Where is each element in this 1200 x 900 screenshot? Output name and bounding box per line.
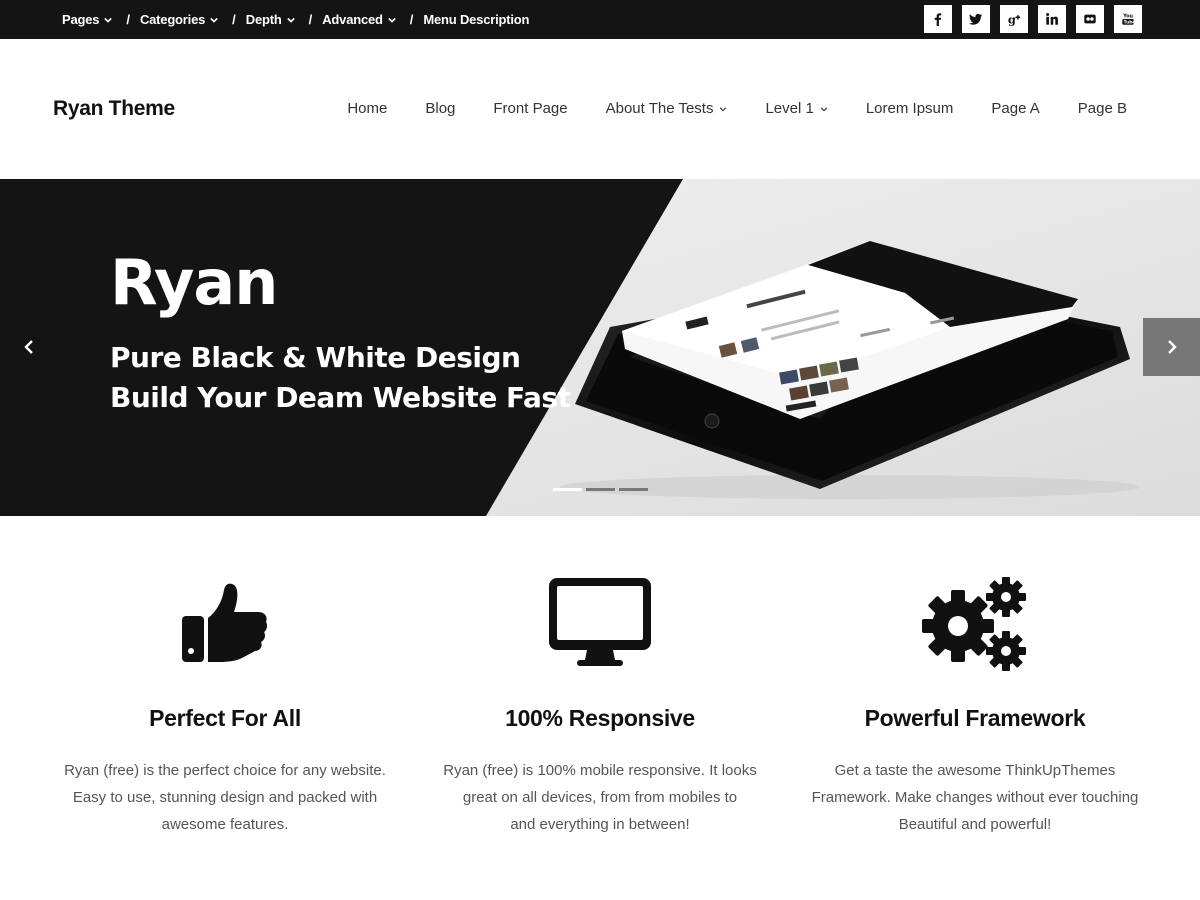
gears-icon bbox=[922, 577, 1026, 671]
chevron-down-icon bbox=[820, 106, 828, 111]
nav-item-front-page[interactable]: Front Page bbox=[493, 100, 567, 117]
nav-label: Home bbox=[347, 100, 388, 117]
top-menu-label: Depth bbox=[245, 12, 282, 27]
chevron-down-icon bbox=[720, 106, 727, 111]
nav-label: Level 1 bbox=[765, 100, 814, 117]
slider-prev-button[interactable] bbox=[0, 318, 57, 376]
feature-title: Powerful Framework bbox=[864, 705, 1086, 731]
nav-item-page-b[interactable]: Page B bbox=[1078, 100, 1127, 117]
feature-description-line: Framework. Make changes without ever tou… bbox=[811, 789, 1139, 806]
slider-dot[interactable] bbox=[586, 488, 615, 491]
feature-description-line: Ryan (free) is the perfect choice for an… bbox=[64, 762, 386, 779]
svg-text:Tube: Tube bbox=[1124, 20, 1135, 26]
flickr-icon bbox=[1084, 14, 1096, 24]
linkedin-button[interactable] bbox=[1038, 5, 1066, 33]
feature-title: Perfect For All bbox=[149, 705, 301, 731]
top-menu-label: Menu Description bbox=[423, 12, 530, 27]
feature-description-line: Beautiful and powerful! bbox=[898, 816, 1052, 833]
svg-text:You: You bbox=[1122, 14, 1133, 20]
site-header: Ryan Theme Home Blog Front Page About Th… bbox=[0, 39, 1200, 179]
chevron-down-icon bbox=[387, 17, 396, 23]
top-menu-item-advanced[interactable]: Advanced bbox=[322, 12, 396, 27]
twitter-button[interactable] bbox=[962, 5, 990, 33]
svg-text:g: g bbox=[1008, 12, 1016, 26]
linkedin-icon bbox=[1046, 12, 1058, 25]
slide-title: Ryan bbox=[110, 246, 278, 319]
menu-separator: / bbox=[409, 12, 414, 27]
youtube-button[interactable]: You Tube bbox=[1114, 5, 1142, 33]
nav-item-level-1[interactable]: Level 1 bbox=[765, 100, 828, 117]
google-plus-button[interactable]: g bbox=[1000, 5, 1028, 33]
chevron-down-icon bbox=[210, 17, 218, 23]
nav-item-blog[interactable]: Blog bbox=[425, 100, 455, 117]
top-menu-label: Categories bbox=[139, 12, 206, 27]
top-bar: Pages / Categories / Depth / Advanced / … bbox=[0, 0, 1200, 39]
chevron-down-icon bbox=[104, 17, 113, 23]
monitor-icon bbox=[549, 578, 651, 666]
top-menu-item-pages[interactable]: Pages bbox=[62, 12, 113, 27]
feature-description: Get a taste the awesome ThinkUpThemes Fr… bbox=[785, 757, 1165, 838]
chevron-right-icon bbox=[1167, 340, 1177, 354]
feature-title: 100% Responsive bbox=[505, 705, 695, 731]
nav-item-page-a[interactable]: Page A bbox=[991, 100, 1039, 117]
feature-icon-wrapper bbox=[35, 582, 415, 666]
top-menu-item-depth[interactable]: Depth bbox=[246, 12, 295, 27]
nav-item-home[interactable]: Home bbox=[347, 100, 387, 117]
feature-description: Ryan (free) is the perfect choice for an… bbox=[35, 757, 415, 838]
nav-label: Front Page bbox=[493, 100, 568, 117]
feature-description-line: awesome features. bbox=[161, 816, 289, 833]
top-menu-label: Advanced bbox=[322, 12, 383, 27]
slider-next-button[interactable] bbox=[1143, 318, 1200, 376]
menu-separator: / bbox=[232, 12, 236, 27]
facebook-button[interactable] bbox=[924, 5, 952, 33]
thumbs-up-icon bbox=[182, 583, 268, 662]
features-section: Perfect For All Ryan (free) is the perfe… bbox=[0, 516, 1200, 900]
youtube-icon: You Tube bbox=[1122, 14, 1135, 26]
hero-slider: Ryan Pure Black & White Design Build You… bbox=[0, 179, 1200, 516]
twitter-icon bbox=[969, 13, 983, 25]
site-title[interactable]: Ryan Theme bbox=[53, 97, 175, 121]
top-menu: Pages / Categories / Depth / Advanced / … bbox=[62, 0, 529, 39]
nav-item-lorem-ipsum[interactable]: Lorem Ipsum bbox=[866, 100, 954, 117]
feature-description-line: Get a taste the awesome ThinkUpThemes bbox=[834, 762, 1116, 779]
nav-item-about-the-tests[interactable]: About The Tests bbox=[606, 100, 728, 117]
slide-subtitle-line-2: Build Your Deam Website Fast bbox=[110, 381, 571, 414]
social-links: g You Tube bbox=[924, 5, 1142, 33]
top-menu-item-categories[interactable]: Categories bbox=[140, 12, 218, 27]
feature-description-line: great on all devices, from from mobiles … bbox=[462, 789, 738, 806]
nav-label: Blog bbox=[425, 100, 456, 117]
chevron-left-icon bbox=[23, 340, 33, 354]
nav-label: Lorem Ipsum bbox=[865, 100, 954, 117]
feature-description-line: and everything in between! bbox=[510, 816, 690, 833]
top-menu-item-menu-description[interactable]: Menu Description bbox=[423, 12, 529, 27]
nav-label: Page A bbox=[991, 100, 1040, 117]
feature-description-line: Ryan (free) is 100% mobile responsive. I… bbox=[443, 762, 757, 779]
feature-icon-wrapper bbox=[785, 576, 1165, 672]
nav-label: Page B bbox=[1077, 100, 1127, 117]
feature-description: Ryan (free) is 100% mobile responsive. I… bbox=[410, 757, 790, 838]
top-menu-label: Pages bbox=[62, 12, 100, 27]
chevron-down-icon bbox=[286, 17, 295, 23]
nav-label: About The Tests bbox=[605, 100, 714, 117]
slide-subtitle-line-1: Pure Black & White Design bbox=[110, 341, 521, 374]
flickr-button[interactable] bbox=[1076, 5, 1104, 33]
google-plus-icon: g bbox=[1008, 12, 1021, 26]
slider-dot[interactable] bbox=[619, 488, 648, 491]
facebook-icon bbox=[934, 13, 942, 26]
feature-icon-wrapper bbox=[410, 576, 790, 668]
menu-separator: / bbox=[126, 12, 130, 27]
slider-pagination bbox=[553, 488, 648, 491]
slider-dot[interactable] bbox=[553, 488, 582, 491]
feature-description-line: Easy to use, stunning design and packed … bbox=[72, 789, 378, 806]
main-navigation: Home Blog Front Page About The Tests Lev… bbox=[347, 100, 1127, 117]
menu-separator: / bbox=[308, 12, 313, 27]
